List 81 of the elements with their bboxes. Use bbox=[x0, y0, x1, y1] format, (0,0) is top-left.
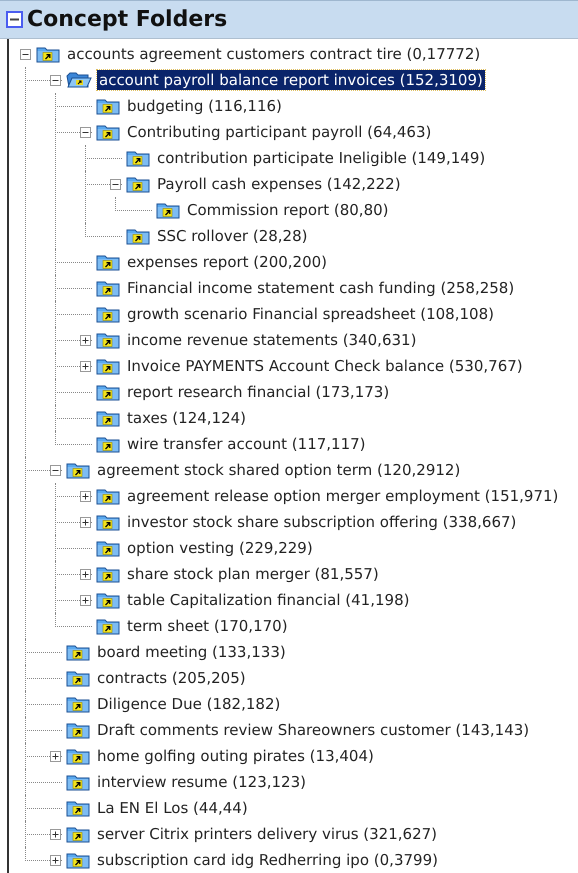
tree-item[interactable]: income revenue statements (340,631) bbox=[125, 330, 418, 350]
folder-icon bbox=[96, 305, 120, 323]
folder-icon bbox=[96, 565, 120, 583]
tree-item[interactable]: growth scenario Financial spreadsheet (108,108) bbox=[125, 304, 496, 324]
folder-icon bbox=[96, 435, 120, 453]
folder-icon bbox=[66, 695, 90, 713]
expand-toggle[interactable] bbox=[80, 568, 90, 580]
expand-toggle[interactable] bbox=[80, 594, 90, 606]
tree-item[interactable]: subscription card idg Redherring ipo (0,3799) bbox=[95, 850, 440, 870]
folder-icon bbox=[96, 383, 120, 401]
folder-icon bbox=[96, 97, 120, 115]
collapse-toggle[interactable] bbox=[50, 464, 60, 476]
tree-item[interactable]: Invoice PAYMENTS Account Check balance (530,767) bbox=[125, 356, 525, 376]
tree-item[interactable]: contribution participate Ineligible (149,149) bbox=[155, 148, 488, 168]
tree-item[interactable]: wire transfer account (117,117) bbox=[125, 434, 368, 454]
tree-item[interactable]: share stock plan merger (81,557) bbox=[125, 564, 381, 584]
tree-item[interactable]: taxes (124,124) bbox=[125, 408, 248, 428]
tree-item[interactable]: table Capitalization financial (41,198) bbox=[125, 590, 412, 610]
tree-item[interactable]: interview resume (123,123) bbox=[95, 772, 308, 792]
collapse-toggle[interactable] bbox=[20, 48, 30, 60]
collapse-toggle[interactable] bbox=[6, 11, 23, 28]
tree-item[interactable]: agreement stock shared option term (120,2912) bbox=[95, 460, 462, 480]
folder-icon bbox=[126, 175, 150, 193]
folder-icon bbox=[36, 45, 60, 63]
expand-toggle[interactable] bbox=[80, 490, 90, 502]
tree-item[interactable]: Payroll cash expenses (142,222) bbox=[155, 174, 403, 194]
folder-icon bbox=[126, 149, 150, 167]
folder-icon bbox=[96, 487, 120, 505]
tree-item[interactable]: Commission report (80,80) bbox=[185, 200, 391, 220]
expand-toggle[interactable] bbox=[50, 854, 60, 866]
folder-icon bbox=[96, 513, 120, 531]
folder-icon bbox=[96, 617, 120, 635]
tree-item[interactable]: investor stock share subscription offering (338,667) bbox=[125, 512, 518, 532]
expand-toggle[interactable] bbox=[80, 334, 90, 346]
folder-icon bbox=[96, 539, 120, 557]
folder-icon bbox=[96, 331, 120, 349]
tree-item[interactable]: report research financial (173,173) bbox=[125, 382, 392, 402]
folder-icon bbox=[66, 799, 90, 817]
folder-icon bbox=[96, 253, 120, 271]
folder-icon bbox=[66, 747, 90, 765]
expand-toggle[interactable] bbox=[50, 828, 60, 840]
tree-item[interactable]: accounts agreement customers contract tire (0,17772) bbox=[65, 44, 482, 64]
tree-item[interactable]: Draft comments review Shareowners customer (143,143) bbox=[95, 720, 532, 740]
folder-icon bbox=[96, 123, 120, 141]
tree-item[interactable]: La EN El Los (44,44) bbox=[95, 798, 250, 818]
folder-icon bbox=[96, 591, 120, 609]
folder-icon bbox=[156, 201, 180, 219]
folder-icon bbox=[66, 721, 90, 739]
folder-icon bbox=[66, 669, 90, 687]
connector-line bbox=[115, 197, 152, 211]
tree-item[interactable]: Contributing participant payroll (64,463) bbox=[125, 122, 434, 142]
tree-item[interactable]: Financial income statement cash funding (258,258) bbox=[125, 278, 516, 298]
panel-title: Concept Folders bbox=[27, 7, 228, 32]
folder-icon bbox=[96, 279, 120, 297]
open-folder-icon bbox=[66, 71, 92, 89]
tree-item[interactable]: expenses report (200,200) bbox=[125, 252, 330, 272]
tree-item[interactable]: agreement release option merger employment (151,971) bbox=[125, 486, 560, 506]
folder-icon bbox=[96, 409, 120, 427]
folder-icon bbox=[66, 851, 90, 869]
tree-item[interactable]: account payroll balance report invoices (152,3109) bbox=[97, 70, 485, 90]
folder-icon bbox=[66, 825, 90, 843]
collapse-toggle[interactable] bbox=[50, 74, 60, 86]
expand-toggle[interactable] bbox=[80, 360, 90, 372]
collapse-toggle[interactable] bbox=[110, 178, 120, 190]
tree-item[interactable]: server Citrix printers delivery virus (321,627) bbox=[95, 824, 440, 844]
collapse-toggle[interactable] bbox=[80, 126, 90, 138]
tree-item[interactable]: Diligence Due (182,182) bbox=[95, 694, 282, 714]
tree-item[interactable]: board meeting (133,133) bbox=[95, 642, 288, 662]
tree-item[interactable]: contracts (205,205) bbox=[95, 668, 248, 688]
tree-item[interactable]: budgeting (116,116) bbox=[125, 96, 284, 116]
folder-icon bbox=[96, 357, 120, 375]
folder-icon bbox=[66, 643, 90, 661]
tree-item[interactable]: option vesting (229,229) bbox=[125, 538, 315, 558]
tree-item[interactable]: SSC rollover (28,28) bbox=[155, 226, 310, 246]
folder-icon bbox=[126, 227, 150, 245]
folder-icon bbox=[66, 461, 90, 479]
expand-toggle[interactable] bbox=[50, 750, 60, 762]
tree-item[interactable]: home golfing outing pirates (13,404) bbox=[95, 746, 376, 766]
expand-toggle[interactable] bbox=[80, 516, 90, 528]
tree-item[interactable]: term sheet (170,170) bbox=[125, 616, 290, 636]
folder-icon bbox=[66, 773, 90, 791]
